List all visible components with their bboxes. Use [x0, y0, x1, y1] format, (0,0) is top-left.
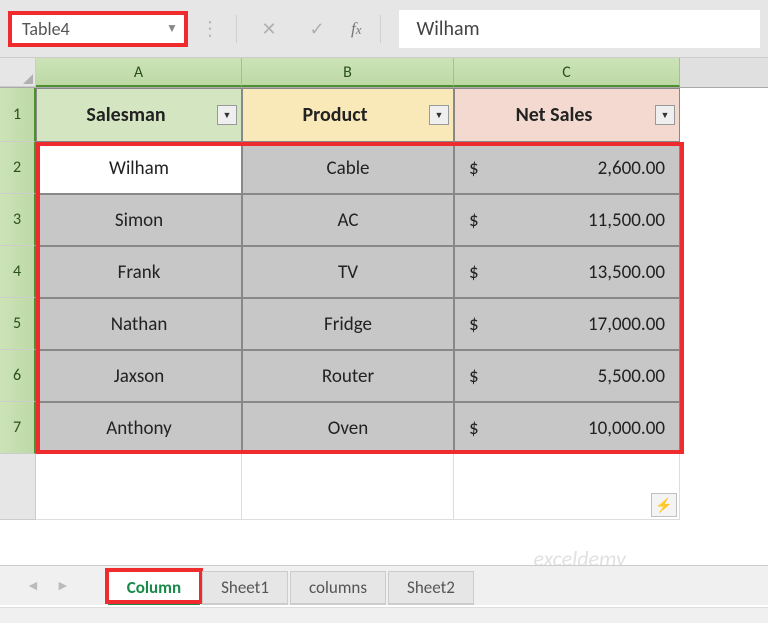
- net-sales-value: 2,600.00: [598, 157, 665, 180]
- name-box[interactable]: Table4 ▼: [8, 11, 188, 47]
- net-sales-value: 13,500.00: [588, 261, 665, 284]
- select-all-button[interactable]: [0, 58, 36, 87]
- table-header-label: Net Sales: [516, 103, 593, 127]
- row-header-4[interactable]: 4: [0, 246, 36, 298]
- column-header-B[interactable]: B: [242, 58, 454, 87]
- currency-symbol: $: [469, 313, 479, 336]
- sheet-tab-sheet2[interactable]: Sheet2: [388, 571, 474, 605]
- tab-nav-next-icon[interactable]: ►: [48, 577, 78, 594]
- cell-product[interactable]: TV: [242, 246, 454, 298]
- table-row: Nathan Fridge $ 17,000.00: [36, 298, 680, 350]
- currency-symbol: $: [469, 417, 479, 440]
- sheet-tab-sheet1[interactable]: Sheet1: [202, 571, 288, 605]
- currency-symbol: $: [469, 209, 479, 232]
- blank-row: ⚡: [36, 454, 680, 520]
- formula-bar-options-icon[interactable]: ⋮: [196, 16, 224, 41]
- cell-salesman[interactable]: Nathan: [36, 298, 242, 350]
- separator: [236, 15, 237, 43]
- cancel-icon[interactable]: ✕: [249, 11, 289, 47]
- cell-salesman[interactable]: Anthony: [36, 402, 242, 454]
- name-box-value[interactable]: Table4: [12, 15, 160, 43]
- cell-net-sales[interactable]: $ 17,000.00: [454, 298, 680, 350]
- currency-symbol: $: [469, 261, 479, 284]
- cell-product[interactable]: Oven: [242, 402, 454, 454]
- sheet-tab-label: Sheet1: [221, 577, 269, 598]
- cell-net-sales[interactable]: $ 2,600.00: [454, 142, 680, 194]
- cell-salesman[interactable]: Frank: [36, 246, 242, 298]
- enter-icon[interactable]: ✓: [297, 11, 337, 47]
- net-sales-value: 11,500.00: [588, 209, 665, 232]
- cell-net-sales[interactable]: $ 13,500.00: [454, 246, 680, 298]
- cell-salesman[interactable]: Simon: [36, 194, 242, 246]
- filter-dropdown-icon[interactable]: ▼: [655, 105, 675, 125]
- formula-input[interactable]: Wilham: [399, 10, 760, 48]
- blank-cell[interactable]: [242, 454, 454, 520]
- blank-cell[interactable]: ⚡: [454, 454, 680, 520]
- table-row: Wilham Cable $ 2,600.00: [36, 142, 680, 194]
- cell-salesman[interactable]: Wilham: [36, 142, 242, 194]
- cell-net-sales[interactable]: $ 5,500.00: [454, 350, 680, 402]
- table-header-label: Product: [302, 103, 367, 127]
- separator: [380, 15, 381, 43]
- cell-product[interactable]: Fridge: [242, 298, 454, 350]
- table-row: Anthony Oven $ 10,000.00: [36, 402, 680, 454]
- column-header-A[interactable]: A: [36, 58, 242, 87]
- row-header-3[interactable]: 3: [0, 194, 36, 246]
- net-sales-value: 17,000.00: [588, 313, 665, 336]
- table-header-salesman[interactable]: Salesman ▼: [36, 88, 242, 142]
- row-header-blank[interactable]: [0, 454, 36, 520]
- table-header-net-sales[interactable]: Net Sales ▼: [454, 88, 680, 142]
- currency-symbol: $: [469, 157, 479, 180]
- row-header-5[interactable]: 5: [0, 298, 36, 350]
- horizontal-scrollbar[interactable]: [0, 607, 768, 623]
- cell-net-sales[interactable]: $ 11,500.00: [454, 194, 680, 246]
- name-box-dropdown-icon[interactable]: ▼: [160, 15, 184, 43]
- filter-dropdown-icon[interactable]: ▼: [429, 105, 449, 125]
- row-headers: 1 2 3 4 5 6 7: [0, 88, 36, 520]
- fx-icon[interactable]: fx: [351, 19, 362, 39]
- cell-net-sales[interactable]: $ 10,000.00: [454, 402, 680, 454]
- sheet-tab-strip: ◄ ► Column Sheet1 columns Sheet2: [0, 565, 768, 605]
- cell-salesman[interactable]: Jaxson: [36, 350, 242, 402]
- net-sales-value: 5,500.00: [598, 365, 665, 388]
- row-header-6[interactable]: 6: [0, 350, 36, 402]
- cell-product[interactable]: Cable: [242, 142, 454, 194]
- sheet-tab-label: columns: [309, 577, 367, 598]
- sheet-tabs: Column Sheet1 columns Sheet2: [108, 566, 476, 605]
- data-cells: Salesman ▼ Product ▼ Net Sales ▼ Wilham …: [36, 88, 680, 520]
- row-header-2[interactable]: 2: [0, 142, 36, 194]
- row-header-7[interactable]: 7: [0, 402, 36, 454]
- table-header-product[interactable]: Product ▼: [242, 88, 454, 142]
- row-header-1[interactable]: 1: [0, 88, 36, 142]
- sheet-tab-label: Sheet2: [407, 577, 455, 598]
- cell-product[interactable]: Router: [242, 350, 454, 402]
- formula-bar-area: Table4 ▼ ⋮ ✕ ✓ fx Wilham: [0, 0, 768, 58]
- sheet-tab-columns[interactable]: columns: [290, 571, 386, 605]
- tab-nav-prev-icon[interactable]: ◄: [18, 577, 48, 594]
- currency-symbol: $: [469, 365, 479, 388]
- filter-dropdown-icon[interactable]: ▼: [217, 105, 237, 125]
- column-header-C[interactable]: C: [454, 58, 680, 87]
- sheet-tab-label: Column: [127, 577, 181, 598]
- cell-product[interactable]: AC: [242, 194, 454, 246]
- net-sales-value: 10,000.00: [588, 417, 665, 440]
- sheet-tab-column[interactable]: Column: [108, 571, 200, 605]
- blank-cell[interactable]: [36, 454, 242, 520]
- worksheet: A B C 1 2 3 4 5 6 7 Salesman ▼ Product: [0, 58, 768, 520]
- column-headers-row: A B C: [0, 58, 768, 88]
- table-header-row: Salesman ▼ Product ▼ Net Sales ▼: [36, 88, 680, 142]
- table-header-label: Salesman: [86, 103, 165, 127]
- table-row: Jaxson Router $ 5,500.00: [36, 350, 680, 402]
- insert-options-icon[interactable]: ⚡: [651, 493, 677, 517]
- table-row: Frank TV $ 13,500.00: [36, 246, 680, 298]
- table-row: Simon AC $ 11,500.00: [36, 194, 680, 246]
